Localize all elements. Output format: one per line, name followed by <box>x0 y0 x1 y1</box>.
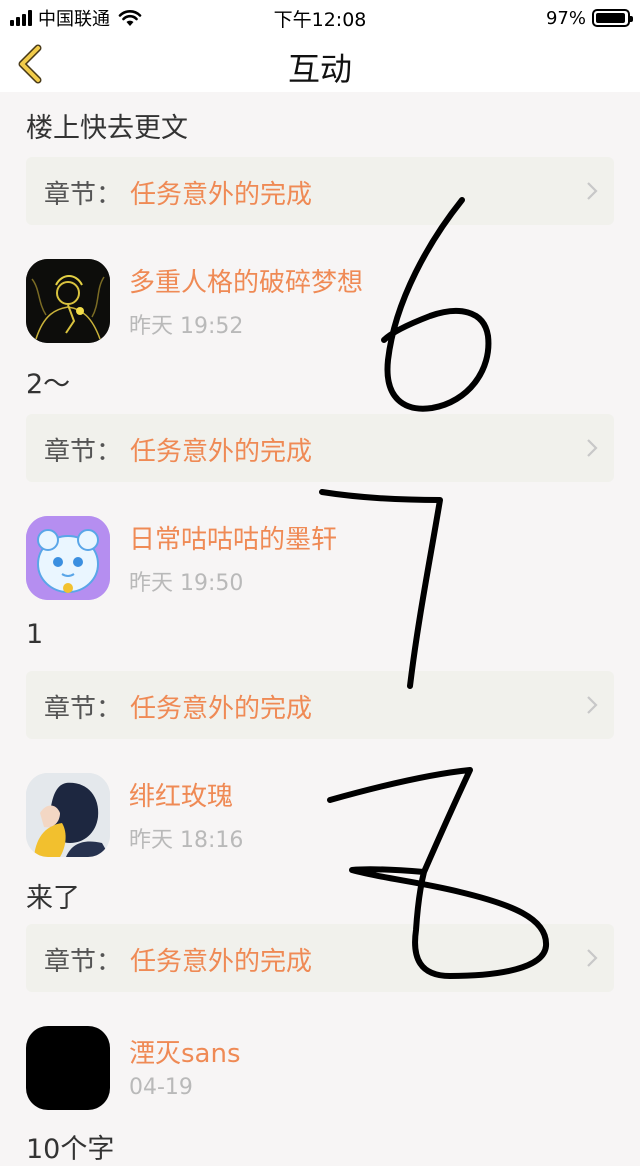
comment-text: 来了 <box>26 883 80 914</box>
chevron-right-icon <box>587 439 598 457</box>
chapter-title: 任务意外的完成 <box>130 437 313 467</box>
comment-time: 04-19 <box>129 1075 193 1100</box>
chapter-title: 任务意外的完成 <box>130 180 313 210</box>
chapter-title: 任务意外的完成 <box>130 947 313 977</box>
battery-fill <box>596 13 625 23</box>
username[interactable]: 多重人格的破碎梦想 <box>129 262 363 299</box>
chapter-label: 章节： <box>44 437 123 467</box>
avatar[interactable] <box>26 773 110 857</box>
chapter-link[interactable]: 章节： 任务意外的完成 <box>26 924 614 992</box>
status-time: 下午12:08 <box>273 9 367 31</box>
comment-text: 楼上快去更文 <box>26 113 188 144</box>
battery-percent: 97% <box>545 7 586 29</box>
avatar-image <box>26 259 110 343</box>
chevron-right-icon <box>587 182 598 200</box>
username[interactable]: 湮灭sans <box>129 1033 241 1070</box>
nav-bar: 互动 <box>0 36 640 92</box>
avatar-image <box>26 773 110 857</box>
chapter-label: 章节： <box>44 694 123 724</box>
username[interactable]: 日常咕咕咕的墨轩 <box>129 519 337 556</box>
battery-icon <box>592 9 633 27</box>
chapter-label: 章节： <box>44 180 123 210</box>
chevron-right-icon <box>587 696 598 714</box>
chevron-right-icon <box>587 949 598 967</box>
chapter-title: 任务意外的完成 <box>130 694 313 724</box>
avatar[interactable] <box>26 259 110 343</box>
page-title: 互动 <box>287 50 352 88</box>
chapter-label: 章节： <box>44 947 123 977</box>
chapter-link[interactable]: 章节： 任务意外的完成 <box>26 414 614 482</box>
username[interactable]: 绯红玫瑰 <box>129 776 233 813</box>
comment-text: 1 <box>26 619 44 650</box>
chapter-link[interactable]: 章节： 任务意外的完成 <box>26 157 614 225</box>
avatar[interactable] <box>26 1026 110 1110</box>
comment-time: 昨天 18:16 <box>129 828 244 853</box>
comment-time: 昨天 19:52 <box>129 314 244 339</box>
avatar-image <box>26 516 110 600</box>
comment-text: 10个字 <box>26 1134 115 1165</box>
comment-text: 2～ <box>26 369 71 400</box>
chapter-link[interactable]: 章节： 任务意外的完成 <box>26 671 614 739</box>
avatar[interactable] <box>26 516 110 600</box>
status-bar: 中国联通 下午12:08 97% <box>0 0 640 36</box>
comment-time: 昨天 19:50 <box>129 571 244 596</box>
